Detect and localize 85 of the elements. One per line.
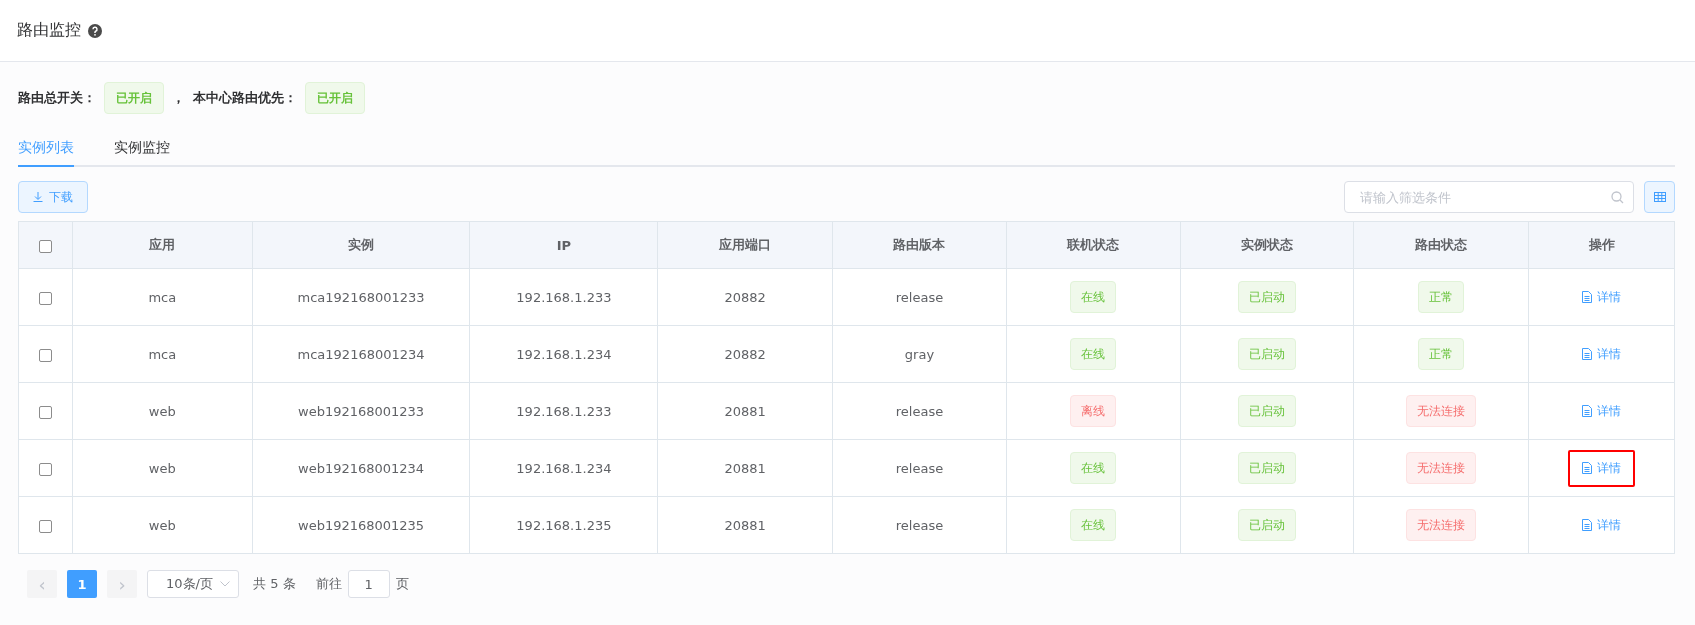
table-cell: web192168001234 [252, 439, 470, 497]
row-checkbox[interactable] [38, 348, 52, 362]
table-cell: gray [832, 325, 1007, 383]
switch-label: 路由总开关： [18, 89, 96, 107]
table-cell: mca [72, 325, 253, 383]
document-icon [1582, 291, 1593, 303]
table-cell: web [72, 439, 253, 497]
status-tag: 已启动 [1237, 395, 1296, 427]
search-icon [1611, 191, 1624, 204]
status-tag: 无法连接 [1406, 509, 1477, 541]
status-tag: 离线 [1070, 395, 1117, 427]
table-cell: 192.168.1.234 [470, 439, 658, 497]
status-tag: 无法连接 [1406, 395, 1477, 427]
table-cell: mca192168001234 [252, 325, 470, 383]
separator-text: ， [172, 89, 185, 107]
status-tag: 已开启 [104, 82, 164, 114]
row-checkbox[interactable] [38, 405, 52, 419]
table-cell: mca [72, 268, 253, 326]
page-input[interactable]: 1 [347, 570, 390, 598]
column-header: 路由状态 [1353, 221, 1529, 269]
status-tag: 正常 [1418, 338, 1465, 370]
column-header: 操作 [1528, 221, 1675, 269]
column-header: 应用端口 [657, 221, 833, 269]
download-icon [33, 192, 43, 202]
table-cell: web [72, 496, 253, 554]
document-icon [1582, 348, 1593, 360]
page-suffix: 页 [395, 575, 409, 593]
row-checkbox[interactable] [38, 462, 52, 476]
table-cell: 20881 [657, 496, 833, 554]
table-cell: web192168001235 [252, 496, 470, 554]
previous-page-button[interactable]: ‹ [27, 570, 57, 598]
page-title: 路由监控 [17, 20, 81, 41]
page-number[interactable]: 1 [67, 570, 97, 598]
document-icon [1582, 462, 1593, 474]
document-icon [1582, 519, 1593, 531]
table-cell: release [832, 439, 1007, 497]
column-header: 应用 [72, 221, 253, 269]
page-size-select[interactable]: 10条/页 [147, 570, 239, 598]
next-page-button[interactable]: › [107, 570, 137, 598]
table-cell: release [832, 382, 1007, 440]
table-cell: 192.168.1.233 [470, 268, 658, 326]
status-tag: 在线 [1070, 509, 1117, 541]
column-header: 路由版本 [832, 221, 1007, 269]
table-cell: 192.168.1.233 [470, 382, 658, 440]
column-header: 实例状态 [1180, 221, 1354, 269]
row-checkbox[interactable] [38, 291, 52, 305]
table-cell: web [72, 382, 253, 440]
goto-label: 前往 [315, 575, 342, 593]
table-cell: 20882 [657, 268, 833, 326]
status-tag: 已启动 [1237, 281, 1296, 313]
table-cell: mca192168001233 [252, 268, 470, 326]
table-icon [1653, 192, 1666, 202]
download-button[interactable]: 下载 [18, 181, 88, 213]
status-tag: 在线 [1070, 452, 1117, 484]
tab[interactable]: 实例列表 [18, 131, 74, 167]
status-tag: 在线 [1070, 338, 1117, 370]
table-cell: release [832, 496, 1007, 554]
table-cell: 20881 [657, 382, 833, 440]
switch-label: 本中心路由优先： [193, 89, 297, 107]
search-field[interactable]: 请输入筛选条件 [1344, 181, 1634, 213]
table-cell: 192.168.1.234 [470, 325, 658, 383]
help-icon[interactable] [88, 23, 102, 38]
status-tag: 在线 [1070, 281, 1117, 313]
row-checkbox[interactable] [38, 519, 52, 533]
chevron-down-icon [220, 581, 230, 587]
column-header: 实例 [252, 221, 470, 269]
status-tag: 已启动 [1237, 452, 1296, 484]
table-cell: web192168001233 [252, 382, 470, 440]
status-tag: 无法连接 [1406, 452, 1477, 484]
select-all-checkbox[interactable] [38, 239, 52, 253]
document-icon [1582, 405, 1593, 417]
total-count: 共 5 条 [253, 575, 296, 593]
table-cell: release [832, 268, 1007, 326]
columns-button[interactable] [1644, 181, 1675, 213]
status-tag: 已启动 [1237, 338, 1296, 370]
status-tag: 正常 [1418, 281, 1465, 313]
status-tag: 已启动 [1237, 509, 1296, 541]
column-header: IP [470, 221, 658, 269]
details-link[interactable]: 详情 [1568, 449, 1636, 487]
tab[interactable]: 实例监控 [114, 131, 170, 167]
table-cell: 20881 [657, 439, 833, 497]
status-tag: 已开启 [305, 82, 365, 114]
table-cell: 192.168.1.235 [470, 496, 658, 554]
table-cell: 20882 [657, 325, 833, 383]
column-header: 联机状态 [1006, 221, 1181, 269]
